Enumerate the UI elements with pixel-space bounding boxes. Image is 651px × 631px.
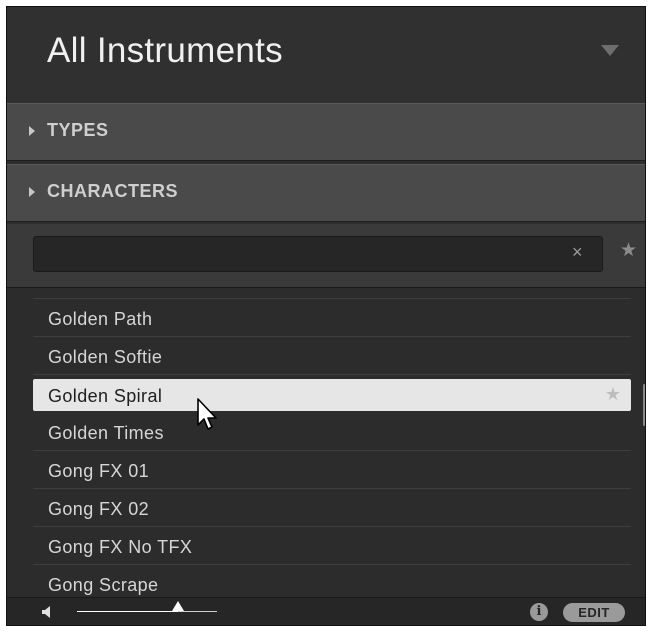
edit-button[interactable]: EDIT xyxy=(563,603,625,622)
speaker-icon[interactable] xyxy=(41,605,55,619)
list-item-label: Gong FX No TFX xyxy=(48,537,193,557)
list-item-label: Golden Times xyxy=(48,423,164,443)
scrollbar[interactable] xyxy=(643,384,645,426)
browser-panel: All Instruments TYPES CHARACTERS × ★ Gol… xyxy=(6,6,646,626)
search-bar: × ★ xyxy=(7,224,645,288)
list-item-label: Golden Path xyxy=(48,309,153,329)
list-item[interactable]: Gong Scrape xyxy=(33,565,631,597)
triangle-right-icon xyxy=(29,187,35,197)
section-types-label: TYPES xyxy=(47,120,109,140)
results-list: Golden Path Golden Softie Golden Spiral ★ Go… xyxy=(7,288,645,597)
section-types[interactable]: TYPES xyxy=(7,103,645,161)
list-item[interactable]: Golden Times xyxy=(33,413,631,451)
list-item-label: Gong FX 01 xyxy=(48,461,150,481)
header: All Instruments xyxy=(7,7,645,104)
list-item-label: Golden Spiral xyxy=(48,386,163,406)
list-item-label: Gong Scrape xyxy=(48,575,159,595)
section-characters[interactable]: CHARACTERS xyxy=(7,164,645,222)
search-input[interactable] xyxy=(33,236,603,272)
triangle-right-icon xyxy=(29,126,35,136)
chevron-down-icon[interactable] xyxy=(601,45,619,56)
list-item[interactable]: Golden Spiral ★ xyxy=(33,379,631,411)
results-rows: Golden Path Golden Softie Golden Spiral ★ Go… xyxy=(33,299,631,597)
section-characters-label: CHARACTERS xyxy=(47,181,178,201)
info-icon[interactable]: i xyxy=(530,603,548,621)
list-item[interactable]: Gong FX 01 xyxy=(33,451,631,489)
star-icon[interactable]: ★ xyxy=(605,384,621,405)
list-item[interactable]: Gong FX 02 xyxy=(33,489,631,527)
footer: i EDIT xyxy=(7,597,645,625)
close-icon[interactable]: × xyxy=(572,240,583,264)
star-icon[interactable]: ★ xyxy=(620,239,637,263)
list-item[interactable]: Golden Softie xyxy=(33,337,631,375)
list-item[interactable]: Gong FX No TFX xyxy=(33,527,631,565)
page-title[interactable]: All Instruments xyxy=(47,31,283,71)
volume-slider-fill xyxy=(77,611,178,612)
volume-slider[interactable] xyxy=(77,601,217,612)
list-item[interactable]: Golden Path xyxy=(33,299,631,337)
list-item-label: Gong FX 02 xyxy=(48,499,150,519)
list-item-label: Golden Softie xyxy=(48,347,163,367)
volume-slider-handle[interactable] xyxy=(171,601,184,611)
